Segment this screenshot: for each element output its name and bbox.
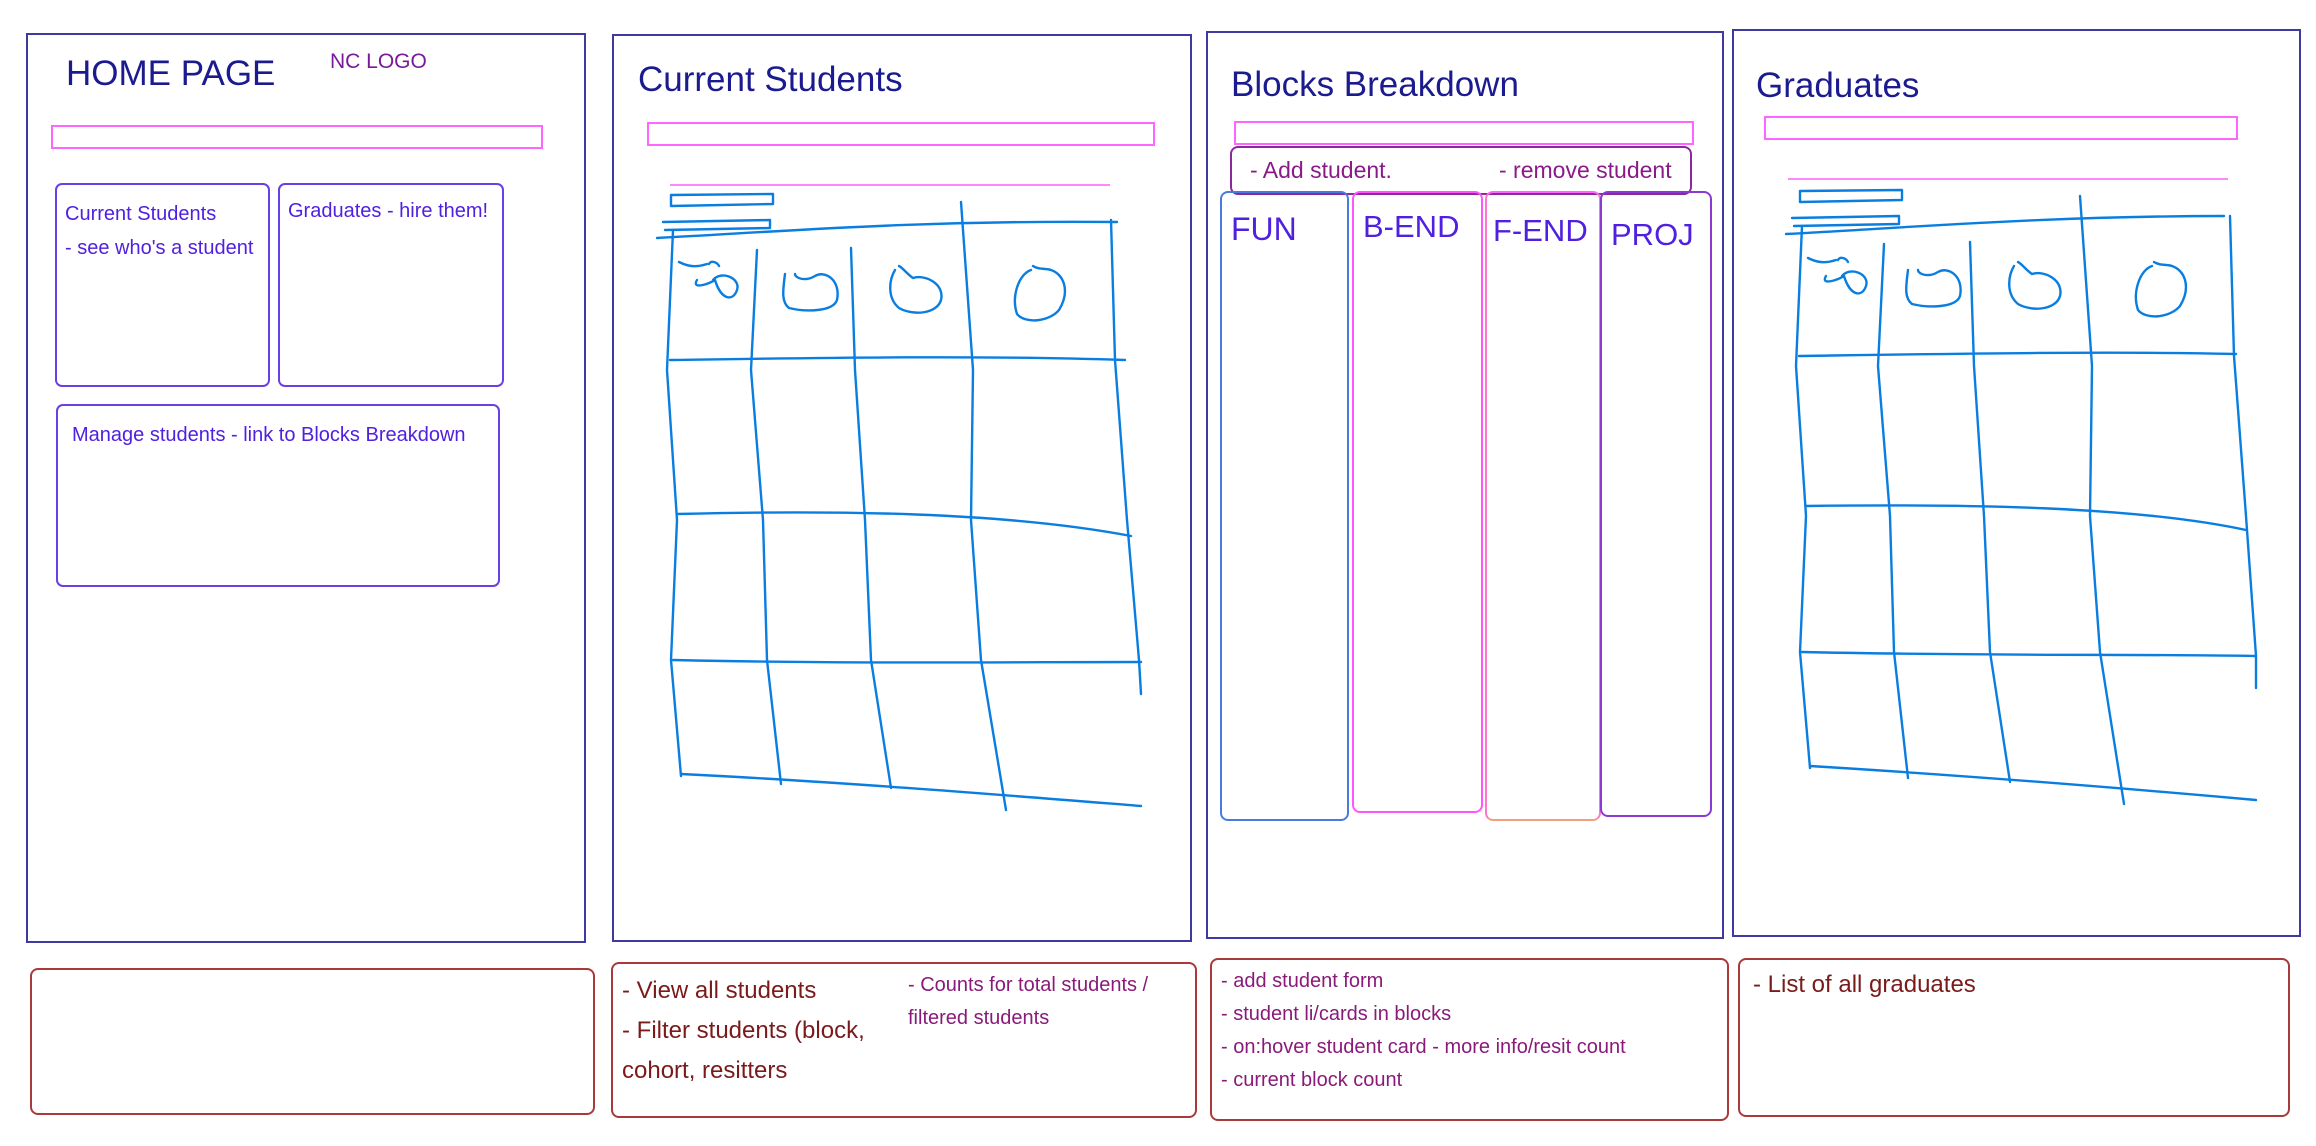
nc-logo: NC LOGO bbox=[330, 50, 427, 73]
current-students-divider bbox=[670, 184, 1110, 186]
current-students-card-subtitle: - see who's a student bbox=[65, 237, 254, 259]
sketch-left-edge bbox=[665, 228, 683, 778]
blocks-note-line-3: - on:hover student card - more info/resi… bbox=[1221, 1036, 1626, 1058]
sketch-row-line-3 bbox=[671, 658, 1143, 664]
sketch-col-line-1 bbox=[749, 248, 783, 786]
sketch-col-line-3 bbox=[2078, 194, 2126, 806]
graduates-search-bar[interactable] bbox=[1764, 116, 2238, 140]
sketch-right-edge bbox=[2228, 214, 2258, 690]
current-students-notes: - View all students - Filter students (b… bbox=[611, 962, 1197, 1118]
blocks-note-line-1: - add student form bbox=[1221, 970, 1384, 992]
current-note-side-1: - Counts for total students / bbox=[908, 974, 1149, 996]
block-column-b-end: B-END bbox=[1352, 191, 1483, 813]
blocks-note-line-2: - student li/cards in blocks bbox=[1221, 1003, 1452, 1025]
sketch-row-line-3 bbox=[1800, 650, 2258, 658]
graduates-card-title: Graduates - hire them! bbox=[288, 200, 489, 222]
sketch-avatar-4 bbox=[1013, 264, 1067, 322]
current-students-card-title: Current Students bbox=[65, 203, 217, 225]
current-note-line-2: - Filter students (block, bbox=[622, 1017, 865, 1044]
sketch-avatar-4 bbox=[2134, 260, 2188, 318]
block-column-f-end: F-END bbox=[1485, 191, 1601, 821]
current-note-line-1: - View all students bbox=[622, 977, 817, 1004]
sketch-avatar-1 bbox=[1806, 256, 1868, 295]
block-column-proj: PROJ bbox=[1600, 191, 1712, 817]
blocks-notes: - add student form - student li/cards in… bbox=[1210, 958, 1729, 1121]
graduates-grid-sketch bbox=[1784, 188, 2258, 806]
sketch-col-line-2 bbox=[849, 246, 893, 790]
sketch-right-edge bbox=[1109, 218, 1143, 696]
sketch-left-edge bbox=[1794, 224, 1812, 770]
current-students-grid-sketch bbox=[655, 192, 1143, 812]
block-column-b-end-label: B-END bbox=[1363, 209, 1460, 244]
home-page-title: HOME PAGE bbox=[66, 54, 276, 93]
sketch-tab bbox=[1790, 188, 1904, 228]
sketch-avatar-2 bbox=[1905, 268, 1962, 308]
sketch-row-line-2 bbox=[1804, 504, 2248, 532]
manage-students-card-title: Manage students - link to Blocks Breakdo… bbox=[72, 424, 466, 446]
sketch-bottom-edge bbox=[679, 772, 1143, 808]
sketch-col-line-2 bbox=[1968, 240, 2012, 784]
graduates-title: Graduates bbox=[1756, 66, 1920, 105]
sketch-col-line-3 bbox=[959, 200, 1008, 812]
graduates-note-line-1: - List of all graduates bbox=[1753, 971, 1976, 998]
block-column-fun: FUN bbox=[1220, 191, 1349, 821]
graduates-divider bbox=[1788, 178, 2228, 180]
current-students-filter-bar[interactable] bbox=[647, 122, 1155, 146]
current-students-title: Current Students bbox=[638, 60, 903, 99]
remove-student-button[interactable]: - remove student bbox=[1499, 157, 1672, 184]
block-column-proj-label: PROJ bbox=[1611, 217, 1694, 252]
sketch-avatar-3 bbox=[889, 264, 943, 314]
graduates-card[interactable]: Graduates - hire them! bbox=[278, 183, 504, 387]
sketch-row-line-1 bbox=[668, 356, 1127, 362]
current-note-line-3: cohort, resitters bbox=[622, 1057, 788, 1084]
home-notes bbox=[30, 968, 595, 1115]
current-students-card[interactable]: Current Students - see who's a student bbox=[55, 183, 270, 387]
block-column-fun-label: FUN bbox=[1231, 211, 1297, 247]
blocks-search-bar[interactable] bbox=[1234, 121, 1694, 145]
sketch-col-line-1 bbox=[1876, 242, 1910, 780]
blocks-breakdown-title: Blocks Breakdown bbox=[1231, 65, 1519, 104]
sketch-avatar-3 bbox=[2008, 260, 2062, 310]
add-student-button[interactable]: - Add student. bbox=[1250, 157, 1392, 184]
current-note-side-2: filtered students bbox=[908, 1007, 1050, 1029]
sketch-row-line-1 bbox=[1797, 351, 2238, 358]
blocks-note-line-4: - current block count bbox=[1221, 1069, 1403, 1091]
sketch-row-line-2 bbox=[675, 511, 1133, 538]
home-search-bar[interactable] bbox=[51, 125, 543, 149]
sketch-avatar-1 bbox=[677, 260, 739, 299]
sketch-bottom-edge bbox=[1808, 764, 2258, 802]
sketch-tab bbox=[661, 192, 775, 232]
block-column-f-end-label: F-END bbox=[1493, 213, 1588, 248]
manage-students-card[interactable]: Manage students - link to Blocks Breakdo… bbox=[56, 404, 500, 587]
graduates-notes: - List of all graduates bbox=[1738, 958, 2290, 1117]
sketch-avatar-2 bbox=[782, 272, 839, 312]
